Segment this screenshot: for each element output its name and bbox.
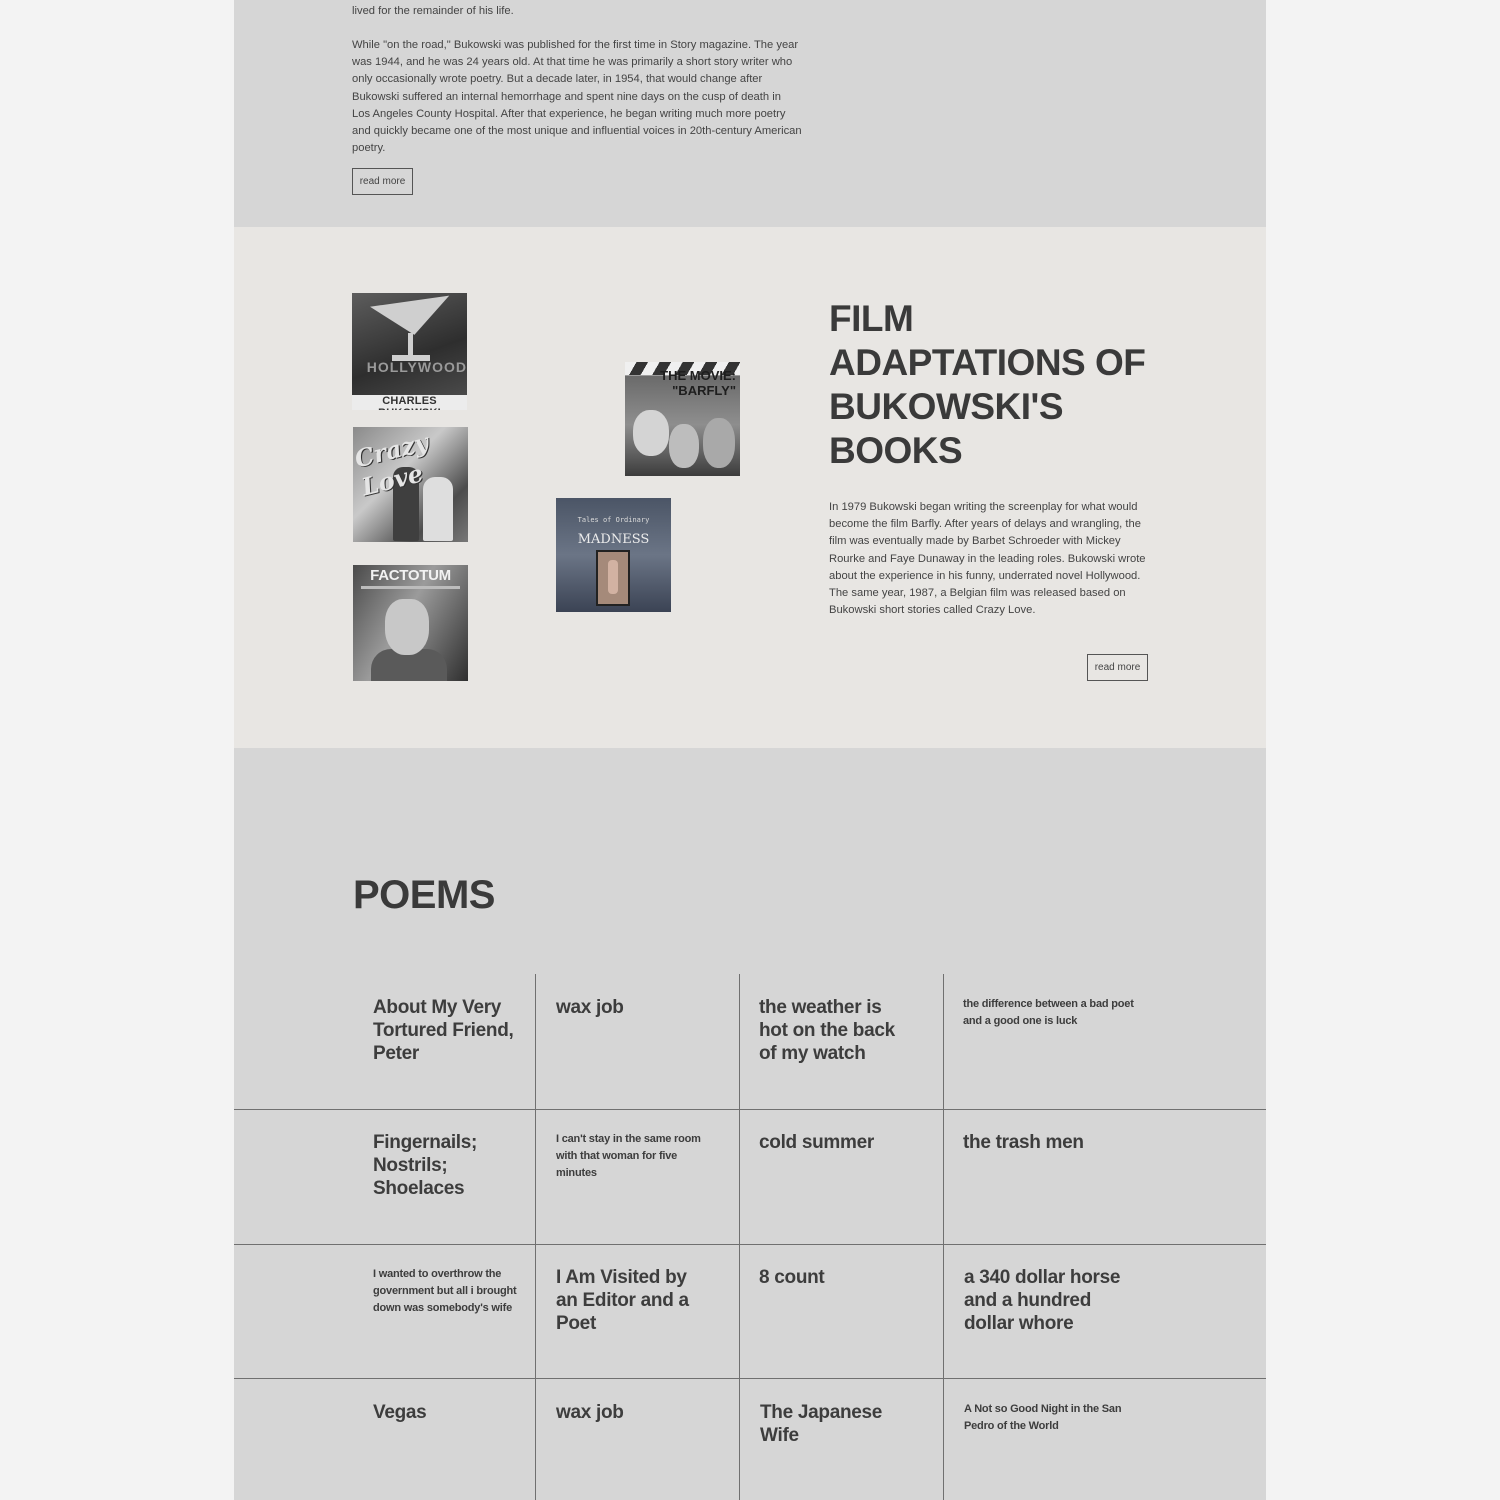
poem-link[interactable]: Vegas (373, 1401, 523, 1424)
martini-stem (408, 333, 413, 357)
barfly-title-line1: THE MOVIE: (660, 368, 736, 383)
poster-tagline (361, 586, 460, 589)
poem-link[interactable]: I can't stay in the same room with that … (556, 1131, 706, 1183)
biography-section: lived for the remainder of his life. Whi… (234, 0, 1266, 227)
poem-link[interactable]: I wanted to overthrow the government but… (373, 1266, 523, 1318)
hollywood-poster[interactable]: HOLLYWOOD CHARLES BUKOWSKI (352, 293, 467, 410)
hollywood-word: HOLLYWOOD (366, 359, 467, 375)
film-paragraph: In 1979 Bukowski began writing the scree… (829, 501, 1146, 617)
poem-link[interactable]: the trash men (963, 1131, 1143, 1154)
poster-face (703, 418, 735, 468)
barfly-poster[interactable]: THE MOVIE: "BARFLY" (625, 362, 740, 476)
bio-read-more-button[interactable]: read more (352, 168, 413, 195)
poem-link[interactable]: The Japanese Wife (760, 1401, 910, 1447)
poster-face (385, 599, 429, 655)
poems-section: POEMS About My Very Tortured Friend, Pet… (234, 748, 1266, 1500)
film-adaptations-section: HOLLYWOOD CHARLES BUKOWSKI Crazy Love FA… (234, 227, 1266, 748)
crazy-love-poster[interactable]: Crazy Love (353, 427, 468, 542)
poem-link[interactable]: I Am Visited by an Editor and a Poet (556, 1266, 706, 1335)
grid-divider (234, 1109, 1266, 1110)
grid-divider (234, 1378, 1266, 1379)
poster-face (669, 424, 699, 468)
poster-face (633, 410, 669, 456)
grid-divider (535, 974, 536, 1500)
barfly-title-line2: "BARFLY" (672, 383, 736, 398)
poem-link[interactable]: cold summer (759, 1131, 929, 1154)
poem-link[interactable]: the weather is hot on the back of my wat… (759, 996, 909, 1065)
bio-paragraph: While "on the road," Bukowski was publis… (352, 39, 802, 155)
barfly-title: THE MOVIE: "BARFLY" (660, 368, 736, 398)
poem-link[interactable]: 8 count (759, 1266, 929, 1289)
poem-link[interactable]: the difference between a bad poet and a … (963, 996, 1138, 1030)
factotum-poster[interactable]: FACTOTUM (353, 565, 468, 681)
grid-divider (739, 974, 740, 1500)
hollywood-author: CHARLES BUKOWSKI (378, 395, 441, 410)
hollywood-poster-image: HOLLYWOOD (352, 293, 467, 395)
poem-link[interactable]: Fingernails; Nostrils; Shoelaces (373, 1131, 523, 1200)
bio-text-line: lived for the remainder of his life. (352, 5, 514, 17)
madness-poster[interactable]: Tales of Ordinary MADNESS (556, 498, 671, 612)
madness-subtitle: Tales of Ordinary (577, 516, 650, 524)
grid-divider (943, 974, 944, 1500)
page: lived for the remainder of his life. Whi… (234, 0, 1266, 1500)
madness-title: MADNESS (577, 532, 650, 547)
grid-divider (234, 1244, 1266, 1245)
poster-figure (608, 560, 618, 594)
poster-figure (423, 477, 453, 541)
factotum-title: FACTOTUM (370, 567, 451, 584)
poem-link[interactable]: A Not so Good Night in the San Pedro of … (964, 1401, 1144, 1435)
poem-link[interactable]: a 340 dollar horse and a hundred dollar … (964, 1266, 1144, 1335)
poem-link[interactable]: About My Very Tortured Friend, Peter (373, 996, 523, 1065)
poem-link[interactable]: wax job (556, 996, 726, 1019)
film-section-title: FILM ADAPTATIONS OF BUKOWSKI'S BOOKS (829, 298, 1146, 471)
film-read-more-button[interactable]: read more (1087, 654, 1148, 681)
poem-link[interactable]: wax job (556, 1401, 726, 1424)
poems-section-title: POEMS (353, 873, 495, 917)
